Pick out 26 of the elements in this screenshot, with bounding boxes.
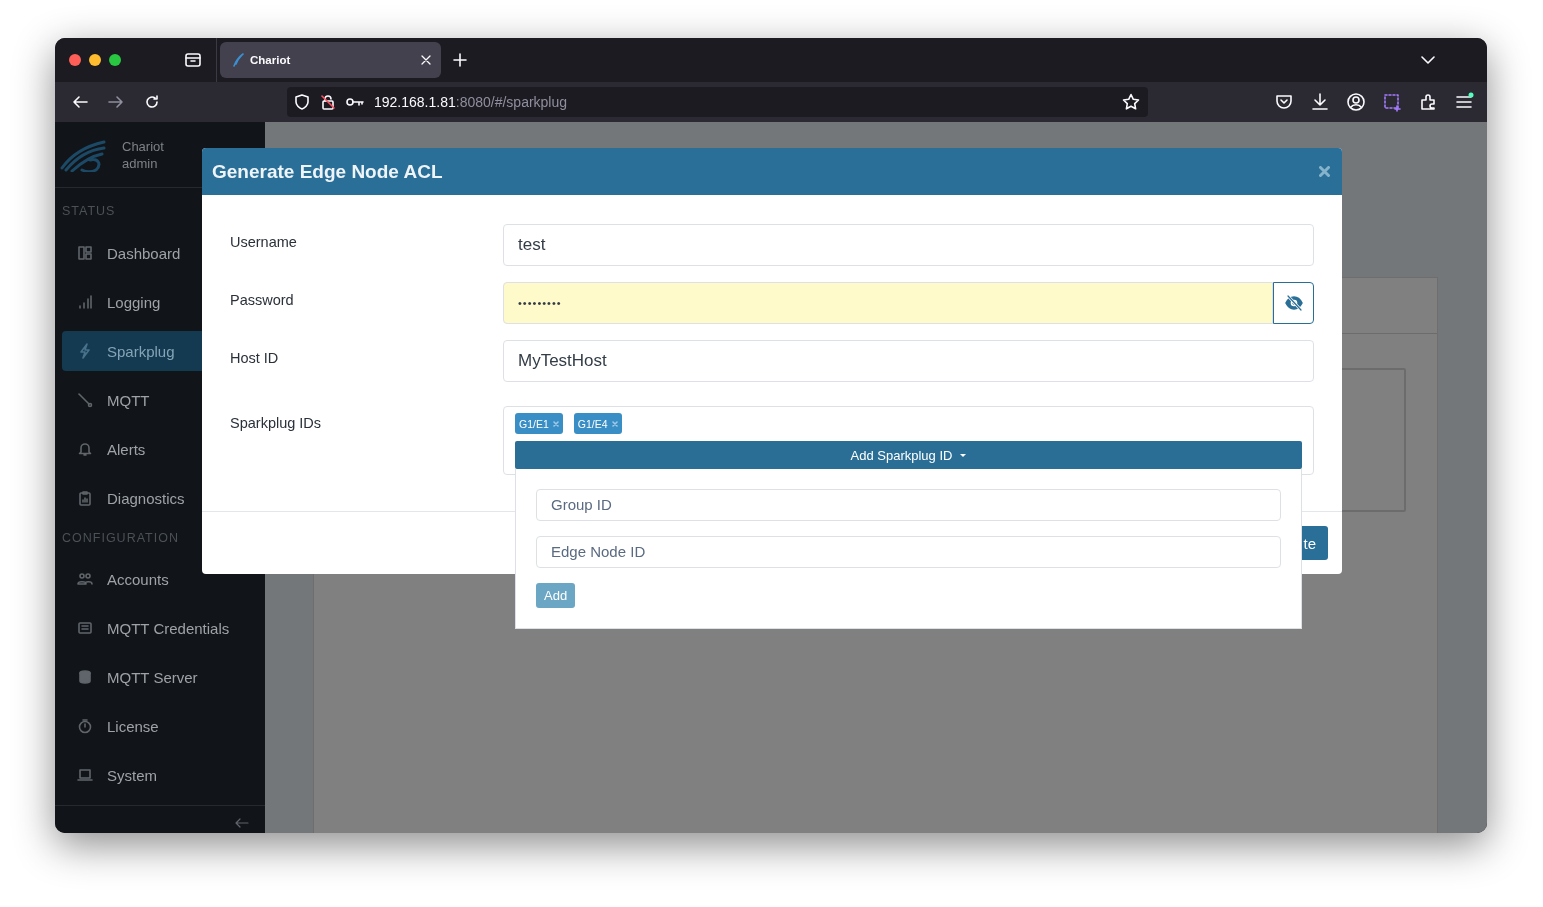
input-field[interactable]: Group ID [536,489,1281,521]
sidebar-item[interactable]: System [62,755,265,795]
tag: G1/E1 [515,413,563,434]
url-host: 192.168.1.81 [374,94,456,110]
input-field[interactable]: MyTestHost [503,340,1314,382]
sidebar-item[interactable]: Accounts [62,559,265,599]
user-name: admin [122,155,159,171]
section-heading: CONFIGURATION [61,531,180,545]
section-heading: STATUS [61,204,117,218]
input-field[interactable]: Edge Node ID [536,535,1281,568]
modal-title: Generate Edge Node ACL [212,160,443,183]
dropdown-button[interactable]: Add Sparkplug ID [515,441,1302,469]
field-label: Username [230,233,298,252]
tag: G1/E4 [573,413,622,434]
sidebar-item[interactable]: Diagnostics [62,478,265,518]
app-name: Chariot [122,138,164,154]
address-bar[interactable]: 192.168.1.81:8080/#/sparkplug [287,87,1148,117]
sidebar-item[interactable]: MQTT Server [62,657,265,697]
input-field[interactable]: test [503,224,1314,266]
sidebar-item[interactable]: MQTT Credentials [62,608,265,648]
url-path: :8080/#/sparkplug [455,94,568,110]
field-label: Sparkplug IDs [230,414,323,433]
field-label: Password [230,291,295,310]
sidebar-item[interactable]: License [62,706,265,746]
browser-tab[interactable]: Chariot [220,42,441,78]
password-field[interactable]: ••••••••• [503,282,1273,324]
